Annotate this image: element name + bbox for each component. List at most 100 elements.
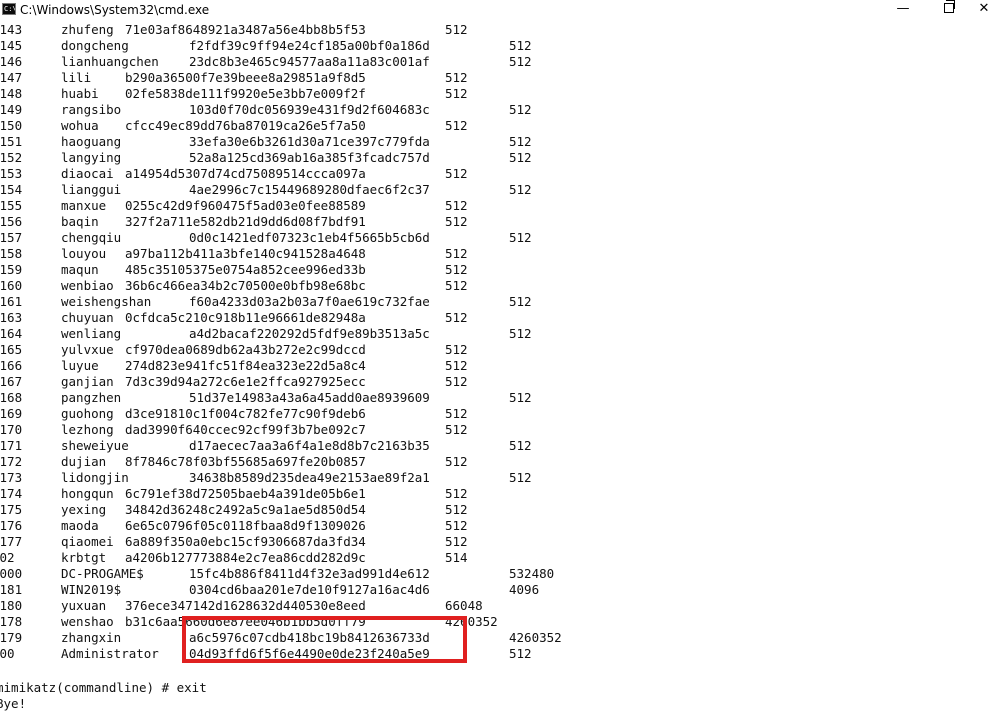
user-account-control: 512: [445, 310, 468, 325]
rid: 1163: [0, 310, 23, 325]
username: ganjian: [61, 374, 114, 389]
user-account-control: 4260352: [509, 630, 562, 645]
user-account-control: 512: [445, 406, 468, 421]
ntlm-hash: f60a4233d03a2b03a7f0ae619c732fae: [189, 294, 430, 309]
user-account-control: 512: [445, 358, 468, 373]
ntlm-hash: a97ba112b411a3bfe140c941528a4648: [125, 246, 366, 261]
username: dujian: [61, 454, 107, 469]
user-account-control: 512: [445, 198, 468, 213]
user-account-control: 512: [445, 486, 468, 501]
rid: 1173: [0, 470, 23, 485]
user-account-control: 66048: [445, 598, 483, 613]
rid: 1169: [0, 406, 23, 421]
user-account-control: 512: [509, 470, 532, 485]
user-account-control: 512: [509, 438, 532, 453]
user-account-control: 514: [445, 550, 468, 565]
rid: 1181: [0, 582, 23, 597]
close-button[interactable]: ✕: [962, 0, 1006, 20]
rid: 1145: [0, 38, 23, 53]
rid: 1149: [0, 102, 23, 117]
user-account-control: 512: [445, 70, 468, 85]
rid: 1164: [0, 326, 23, 341]
ntlm-hash: 71e03af8648921a3487a56e4bb8b5f53: [125, 22, 366, 37]
rid: 1158: [0, 246, 23, 261]
user-account-control: 512: [445, 422, 468, 437]
username: dongcheng: [61, 38, 129, 53]
ntlm-hash: 6a889f350a0ebc15cf9306687da3fd34: [125, 534, 366, 549]
username: haoguang: [61, 134, 122, 149]
ntlm-hash: 6c791ef38d72505baeb4a391de05b6e1: [125, 486, 366, 501]
user-account-control: 512: [509, 38, 532, 53]
username: lianggui: [61, 182, 122, 197]
rid: 1148: [0, 86, 23, 101]
user-account-control: 512: [445, 278, 468, 293]
username: WIN2019$: [61, 582, 122, 597]
username: louyou: [61, 246, 107, 261]
user-account-control: 512: [445, 518, 468, 533]
username: yuxuan: [61, 598, 107, 613]
rid: 1172: [0, 454, 23, 469]
rid: 1170: [0, 422, 23, 437]
user-account-control: 512: [445, 374, 468, 389]
ntlm-hash: 33efa30e6b3261d30a71ce397c779fda: [189, 134, 430, 149]
username: luyue: [61, 358, 99, 373]
rid: 1150: [0, 118, 23, 133]
username: yulvxue: [61, 342, 114, 357]
username: wenshao: [61, 614, 114, 629]
user-account-control: 512: [445, 262, 468, 277]
title-bar[interactable]: C:\ C:\Windows\System32\cmd.exe — ✕: [0, 0, 1006, 20]
username: chuyuan: [61, 310, 114, 325]
user-account-control: 532480: [509, 566, 555, 581]
username: qiaomei: [61, 534, 114, 549]
ntlm-hash: 34842d36248c2492a5c9a1ae5d850d54: [125, 502, 366, 517]
user-account-control: 512: [509, 54, 532, 69]
rid: 1146: [0, 54, 23, 69]
ntlm-hash: dad3990f640ccec92cf99f3b7be092c7: [125, 422, 366, 437]
username: hongqun: [61, 486, 114, 501]
ntlm-hash: 103d0f70dc056939e431f9d2f604683c: [189, 102, 430, 117]
user-account-control: 512: [509, 182, 532, 197]
rid: 500: [0, 646, 15, 661]
user-account-control: 4096: [509, 582, 540, 597]
rid: 1166: [0, 358, 23, 373]
prompt-text: mimikatz(commandline) # exit: [0, 680, 207, 695]
username: lezhong: [61, 422, 114, 437]
rid: 1154: [0, 182, 23, 197]
rid: 1161: [0, 294, 23, 309]
minimize-icon: —: [896, 1, 910, 16]
username: maqun: [61, 262, 99, 277]
ntlm-hash: 6e65c0796f05c0118fbaa8d9f1309026: [125, 518, 366, 533]
ntlm-hash: 0cfdca5c210c918b11e96661de82948a: [125, 310, 366, 325]
ntlm-hash: a14954d5307d74cd75089514ccca097a: [125, 166, 366, 181]
user-account-control: 512: [445, 534, 468, 549]
command-prompt-line: mimikatz(commandline) # exit: [0, 680, 207, 696]
user-account-control: 512: [509, 102, 532, 117]
user-account-control: 512: [509, 390, 532, 405]
rid: 1151: [0, 134, 23, 149]
username: rangsibo: [61, 102, 122, 117]
ntlm-hash: a4d2bacaf220292d5fdf9e89b3513a5c: [189, 326, 430, 341]
rid: 1168: [0, 390, 23, 405]
username: guohong: [61, 406, 114, 421]
username: krbtgt: [61, 550, 107, 565]
username: wohua: [61, 118, 99, 133]
username: yexing: [61, 502, 107, 517]
user-account-control: 512: [509, 326, 532, 341]
rid: 1000: [0, 566, 23, 581]
username: lianhuangchen: [61, 54, 159, 69]
username: maoda: [61, 518, 99, 533]
rid: 1159: [0, 262, 23, 277]
rid: 1176: [0, 518, 23, 533]
ntlm-hash: 51d37e14983a43a6a45add0ae8939609: [189, 390, 430, 405]
rid: 1155: [0, 198, 23, 213]
console-output[interactable]: 1143 zhufeng 71e03af8648921a3487a56e4bb8b5…: [0, 20, 1006, 720]
ntlm-hash: 7d3c39d94a272c6e1e2ffca927925ecc: [125, 374, 366, 389]
ntlm-hash: d3ce91810c1f004c782fe77c90f9deb6: [125, 406, 366, 421]
username: zhangxin: [61, 630, 122, 645]
ntlm-hash: 52a8a125cd369ab16a385f3fcadc757d: [189, 150, 430, 165]
minimize-button[interactable]: —: [880, 0, 926, 20]
ntlm-hash: 36b6c466ea34b2c70500e0bfb98e68bc: [125, 278, 366, 293]
user-account-control: 512: [445, 22, 468, 37]
ntlm-hash: 02fe5838de111f9920e5e3bb7e009f2f: [125, 86, 366, 101]
user-account-control: 512: [445, 502, 468, 517]
